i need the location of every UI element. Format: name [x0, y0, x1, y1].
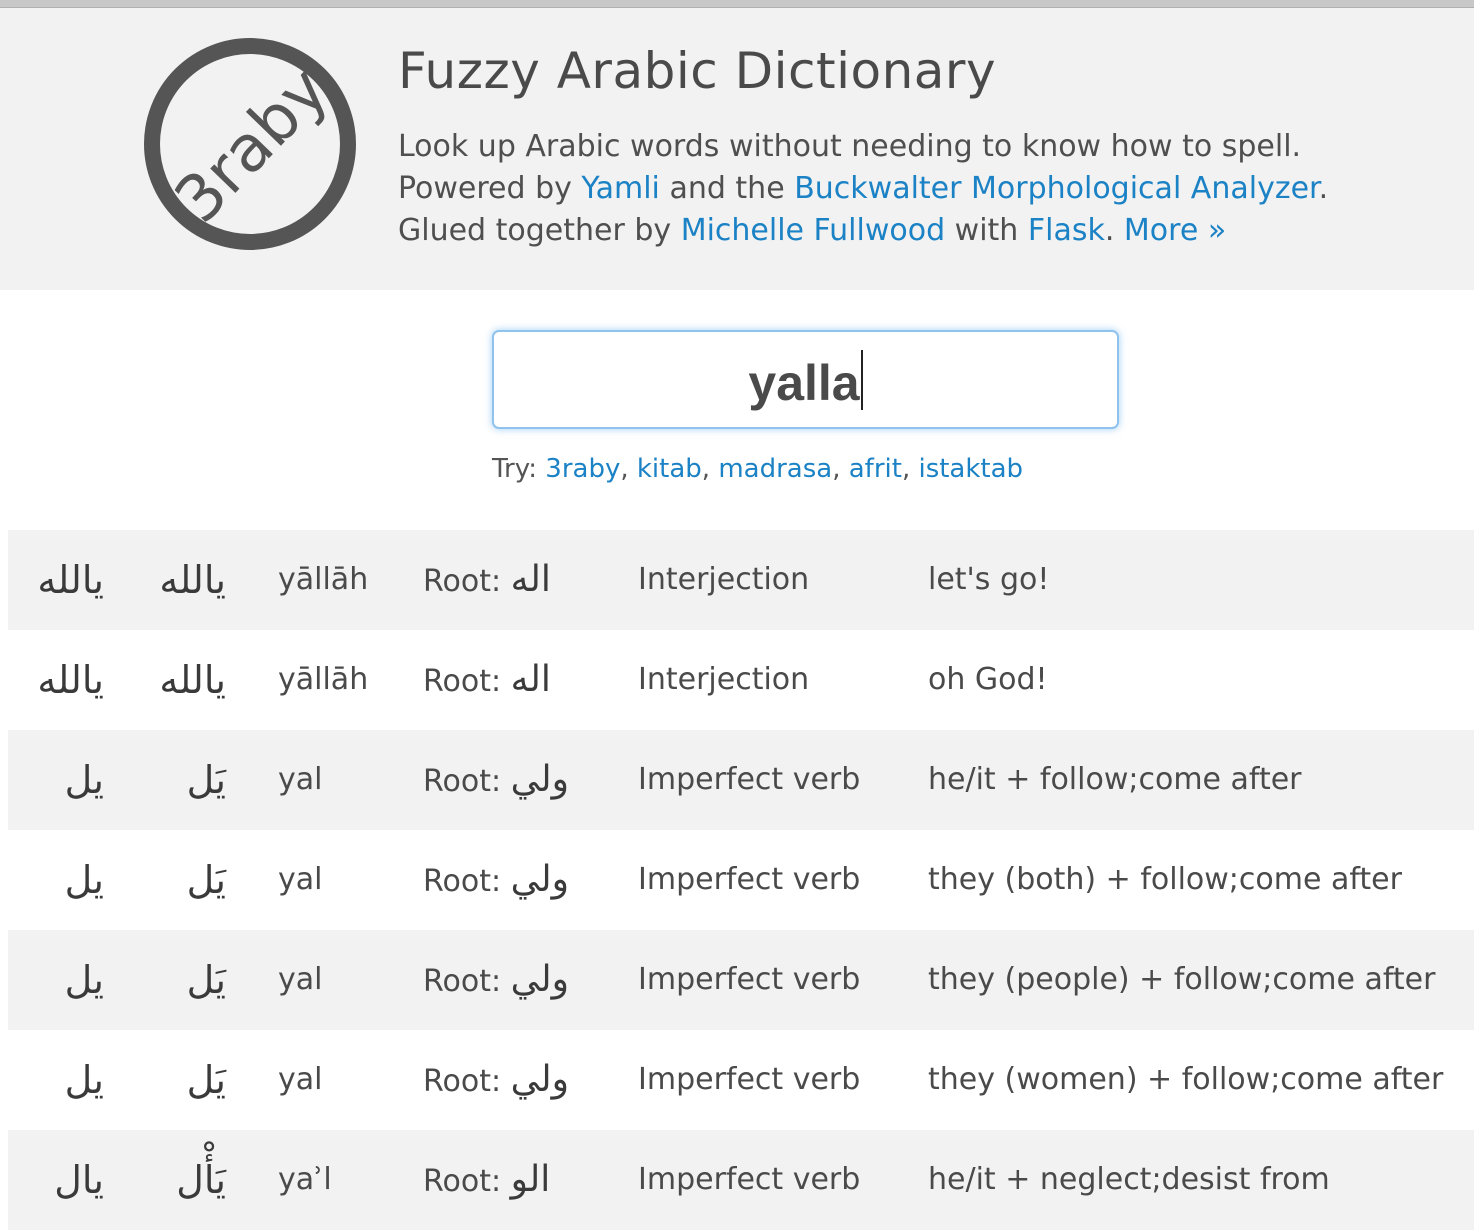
try-separator: , [620, 454, 637, 484]
result-definition: they (both) + follow;come after [928, 862, 1402, 897]
result-vocalized-word: يَل [186, 858, 226, 902]
try-separator: , [832, 454, 849, 484]
root-label: Root: [423, 664, 511, 699]
result-row: يالله يالله yāllāh Root: اله Interjectio… [8, 630, 1474, 730]
result-bare-word: يال [54, 1158, 104, 1202]
result-transliteration: yal [278, 762, 323, 797]
results-table: يالله يالله yāllāh Root: اله Interjectio… [8, 530, 1474, 1230]
powered-by-text: Powered by [398, 171, 582, 206]
result-part-of-speech: Imperfect verb [638, 1162, 861, 1197]
result-root: Root: ولي [423, 930, 569, 1030]
with-text: with [945, 213, 1028, 248]
flask-link[interactable]: Flask [1028, 213, 1105, 248]
try-example-istaktab[interactable]: istaktab [918, 454, 1023, 484]
root-value: ولي [510, 759, 569, 800]
author-link[interactable]: Michelle Fullwood [681, 213, 945, 248]
result-bare-word: يالله [37, 658, 104, 702]
try-separator: , [701, 454, 719, 484]
result-root: Root: ولي [423, 830, 569, 930]
root-label: Root: [423, 1164, 511, 1199]
result-transliteration: yāllāh [278, 662, 369, 697]
root-value: ولي [510, 959, 569, 1000]
result-vocalized-word: يالله [159, 558, 226, 602]
result-vocalized-word: يَل [186, 1058, 226, 1102]
root-label: Root: [423, 764, 511, 799]
result-row: يل يَل yal Root: ولي Imperfect verb they… [8, 830, 1474, 930]
root-label: Root: [423, 1064, 511, 1099]
period-text: . [1318, 171, 1329, 206]
yamli-link[interactable]: Yamli [581, 171, 659, 206]
result-transliteration: yal [278, 1062, 323, 1097]
result-definition: they (people) + follow;come after [928, 962, 1436, 997]
result-bare-word: يل [64, 958, 104, 1002]
result-definition: he/it + follow;come after [928, 762, 1302, 797]
result-part-of-speech: Interjection [638, 562, 810, 597]
result-part-of-speech: Imperfect verb [638, 1062, 861, 1097]
buckwalter-link[interactable]: Buckwalter Morphological Analyzer [794, 171, 1318, 206]
root-label: Root: [423, 964, 511, 999]
root-value: اله [510, 659, 551, 700]
result-definition: he/it + neglect;desist from [928, 1162, 1330, 1197]
window-top-edge [0, 0, 1474, 8]
result-row: يال يَأْل yaʾl Root: الو Imperfect verb … [8, 1130, 1474, 1230]
try-example-3raby[interactable]: 3raby [545, 454, 620, 484]
separator-text: . [1104, 213, 1124, 248]
and-the-text: and the [659, 171, 795, 206]
result-vocalized-word: يَل [186, 958, 226, 1002]
try-example-madrasa[interactable]: madrasa [718, 454, 832, 484]
more-link[interactable]: More » [1124, 213, 1226, 248]
result-vocalized-word: يَل [186, 758, 226, 802]
result-transliteration: yal [278, 962, 323, 997]
result-part-of-speech: Imperfect verb [638, 962, 861, 997]
root-value: ولي [510, 1059, 569, 1100]
root-label: Root: [423, 864, 511, 899]
search-input-value: yalla [748, 355, 860, 411]
root-value: الو [510, 1159, 551, 1200]
result-row: يل يَل yal Root: ولي Imperfect verb they… [8, 930, 1474, 1030]
intro-line-2: Powered by Yamli and the Buckwalter Morp… [398, 168, 1328, 210]
intro-line-1: Look up Arabic words without needing to … [398, 129, 1302, 164]
result-transliteration: yal [278, 862, 323, 897]
result-bare-word: يالله [37, 558, 104, 602]
result-part-of-speech: Interjection [638, 662, 810, 697]
result-transliteration: yaʾl [278, 1162, 332, 1197]
result-definition: they (women) + follow;come after [928, 1062, 1444, 1097]
try-separator: , [901, 454, 919, 484]
result-vocalized-word: يَأْل [176, 1158, 226, 1202]
result-root: Root: اله [423, 630, 551, 730]
result-transliteration: yāllāh [278, 562, 369, 597]
try-examples: Try: 3raby, kitab, madrasa, afrit, istak… [492, 454, 1023, 484]
result-row: يل يَل yal Root: ولي Imperfect verb he/i… [8, 730, 1474, 830]
result-vocalized-word: يالله [159, 658, 226, 702]
intro-text: Look up Arabic words without needing to … [398, 126, 1328, 252]
result-root: Root: ولي [423, 730, 569, 830]
result-bare-word: يل [64, 1058, 104, 1102]
root-label: Root: [423, 564, 511, 599]
search-input[interactable]: yalla [492, 330, 1119, 429]
root-value: اله [510, 559, 551, 600]
result-root: Root: ولي [423, 1030, 569, 1130]
result-definition: let's go! [928, 562, 1050, 597]
result-bare-word: يل [64, 758, 104, 802]
glued-by-text: Glued together by [398, 213, 681, 248]
try-example-afrit[interactable]: afrit [849, 454, 902, 484]
3raby-logo[interactable]: 3raby [140, 36, 360, 252]
root-value: ولي [510, 859, 569, 900]
try-example-kitab[interactable]: kitab [637, 454, 702, 484]
page-title: Fuzzy Arabic Dictionary [398, 42, 997, 100]
result-bare-word: يل [64, 858, 104, 902]
result-row: يالله يالله yāllāh Root: اله Interjectio… [8, 530, 1474, 630]
result-row: يل يَل yal Root: ولي Imperfect verb they… [8, 1030, 1474, 1130]
try-label: Try: [492, 454, 546, 484]
result-part-of-speech: Imperfect verb [638, 762, 861, 797]
result-root: Root: اله [423, 530, 551, 630]
result-root: Root: الو [423, 1130, 550, 1230]
text-caret [860, 350, 863, 410]
result-part-of-speech: Imperfect verb [638, 862, 861, 897]
site-header: 3raby Fuzzy Arabic Dictionary Look up Ar… [0, 8, 1474, 290]
result-definition: oh God! [928, 662, 1048, 697]
intro-line-3: Glued together by Michelle Fullwood with… [398, 210, 1328, 252]
